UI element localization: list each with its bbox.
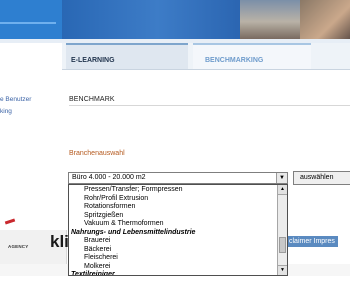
industry-select[interactable]: Büro 4.000 - 20.000 m2 ▼ (68, 172, 288, 184)
select-submit-button[interactable]: auswählen (293, 171, 350, 185)
scroll-thumb[interactable] (279, 237, 286, 253)
dropdown-option[interactable]: Brauerei (69, 236, 110, 245)
sidebar-link-benutzer[interactable]: e Benutzer (0, 96, 31, 103)
dropdown-option[interactable]: Fleischerei (69, 253, 118, 262)
scroll-up-icon[interactable]: ▲ (278, 185, 287, 195)
dropdown-option[interactable]: Molkerei (69, 262, 110, 271)
tab-bar: E-LEARNING BENCHMARKING (62, 43, 350, 70)
dropdown-group-header: Nahrungs- und Lebensmittelindustrie (71, 228, 196, 236)
brand-logo-text: kli (50, 232, 69, 251)
dropdown-option[interactable]: Vakuum & Thermoformen (69, 219, 164, 228)
section-label: Branchenauswahl (69, 150, 125, 157)
dropdown-option[interactable]: Rotationsformen (69, 202, 135, 211)
footer-links[interactable]: claimer Impres (286, 236, 338, 247)
dropdown-group-header: Textilreiniger (71, 271, 115, 276)
sidebar-link-benchmarking[interactable]: king (0, 108, 12, 115)
tab-elearning[interactable]: E-LEARNING (66, 43, 188, 69)
title-divider (69, 105, 350, 106)
tab-benchmarking[interactable]: BENCHMARKING (193, 43, 311, 69)
dropdown-scrollbar[interactable]: ▲ ▼ (277, 185, 287, 275)
header-banner (0, 0, 350, 43)
chevron-down-icon[interactable]: ▼ (276, 173, 287, 183)
scroll-down-icon[interactable]: ▼ (278, 265, 287, 275)
banner-stripe (0, 22, 56, 24)
dropdown-option[interactable]: Bäckerei (69, 245, 111, 254)
agency-logo-text: AGENCY (8, 244, 29, 249)
dropdown-option[interactable]: Pressen/Transfer; Formpressen (69, 185, 183, 194)
page-title: BENCHMARK (69, 96, 115, 103)
banner-photo-person (300, 0, 350, 43)
industry-select-value: Büro 4.000 - 20.000 m2 (72, 174, 146, 181)
dropdown-option[interactable]: Spritzgießen (69, 211, 123, 220)
dropdown-option[interactable]: Rohr/Profil Extrusion (69, 194, 148, 203)
industry-dropdown-list[interactable]: Textilreiniger Molkerei Fleischerei Bäckere… (68, 184, 288, 276)
logo-mark (4, 218, 16, 225)
